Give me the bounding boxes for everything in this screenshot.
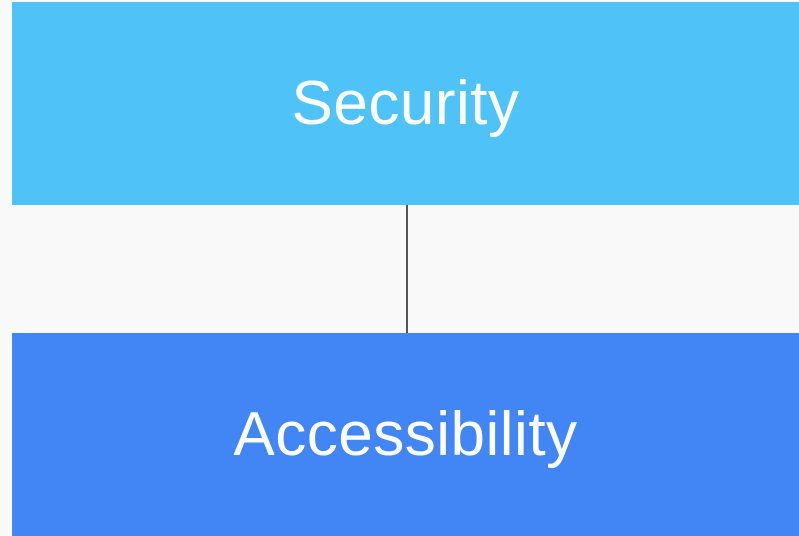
connector-line	[406, 205, 408, 333]
diagram-node-accessibility: Accessibility	[12, 333, 799, 536]
diagram-node-security: Security	[12, 2, 799, 205]
node-label-accessibility: Accessibility	[233, 400, 578, 469]
node-label-security: Security	[291, 69, 520, 138]
